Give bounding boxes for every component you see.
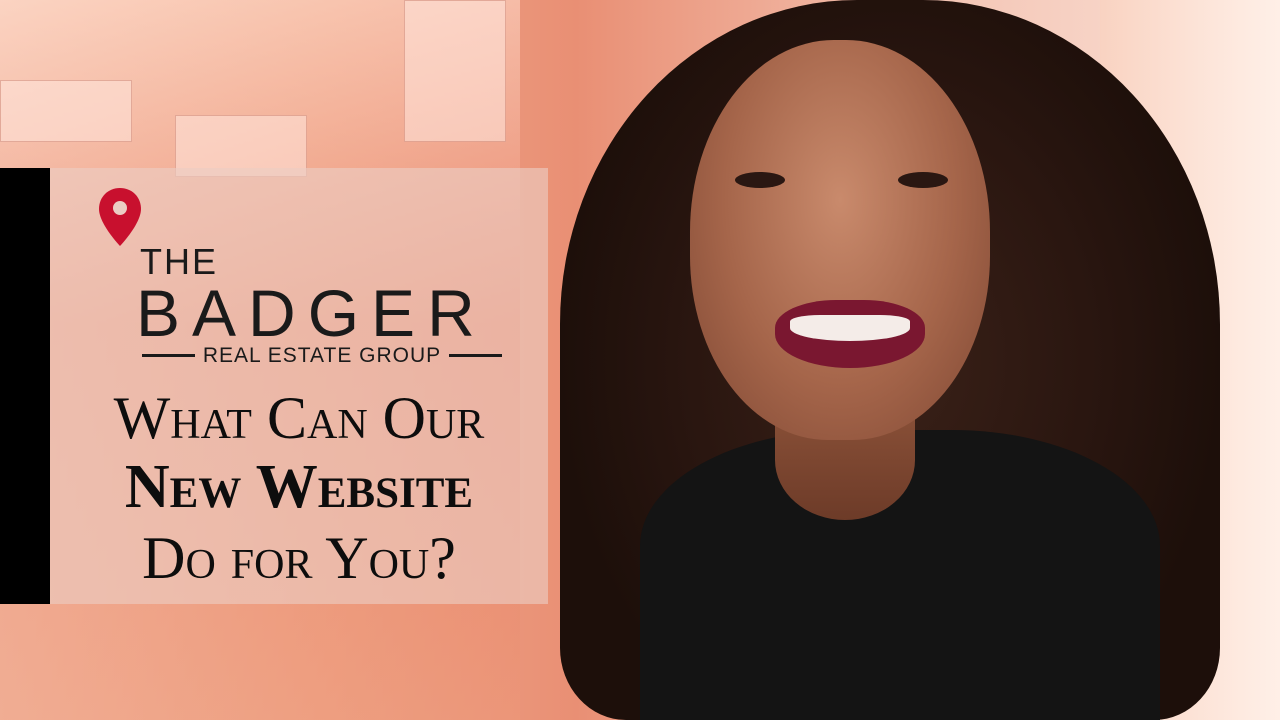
logo-rule-left — [142, 353, 195, 357]
logo-rule-right — [449, 353, 503, 357]
logo-subtitle-row: REAL ESTATE GROUP — [142, 343, 503, 367]
title-line-2: New Website — [124, 453, 474, 521]
person-eye-right — [898, 172, 948, 188]
map-pin-icon — [99, 188, 141, 246]
logo-the: THE — [140, 241, 218, 282]
person-face — [690, 40, 990, 440]
cabinet — [0, 80, 132, 142]
oven — [404, 0, 506, 142]
person-eye-left — [735, 172, 785, 188]
logo-badger: BADGER — [136, 276, 487, 350]
person-teeth — [790, 315, 910, 341]
logo-subtitle: REAL ESTATE GROUP — [202, 343, 442, 367]
title-line-1: What Can Our — [113, 385, 485, 451]
title-line-3: Do for You? — [142, 525, 456, 591]
black-side-bar — [0, 168, 50, 604]
video-title: What Can Our New Website Do for You? — [50, 388, 548, 588]
